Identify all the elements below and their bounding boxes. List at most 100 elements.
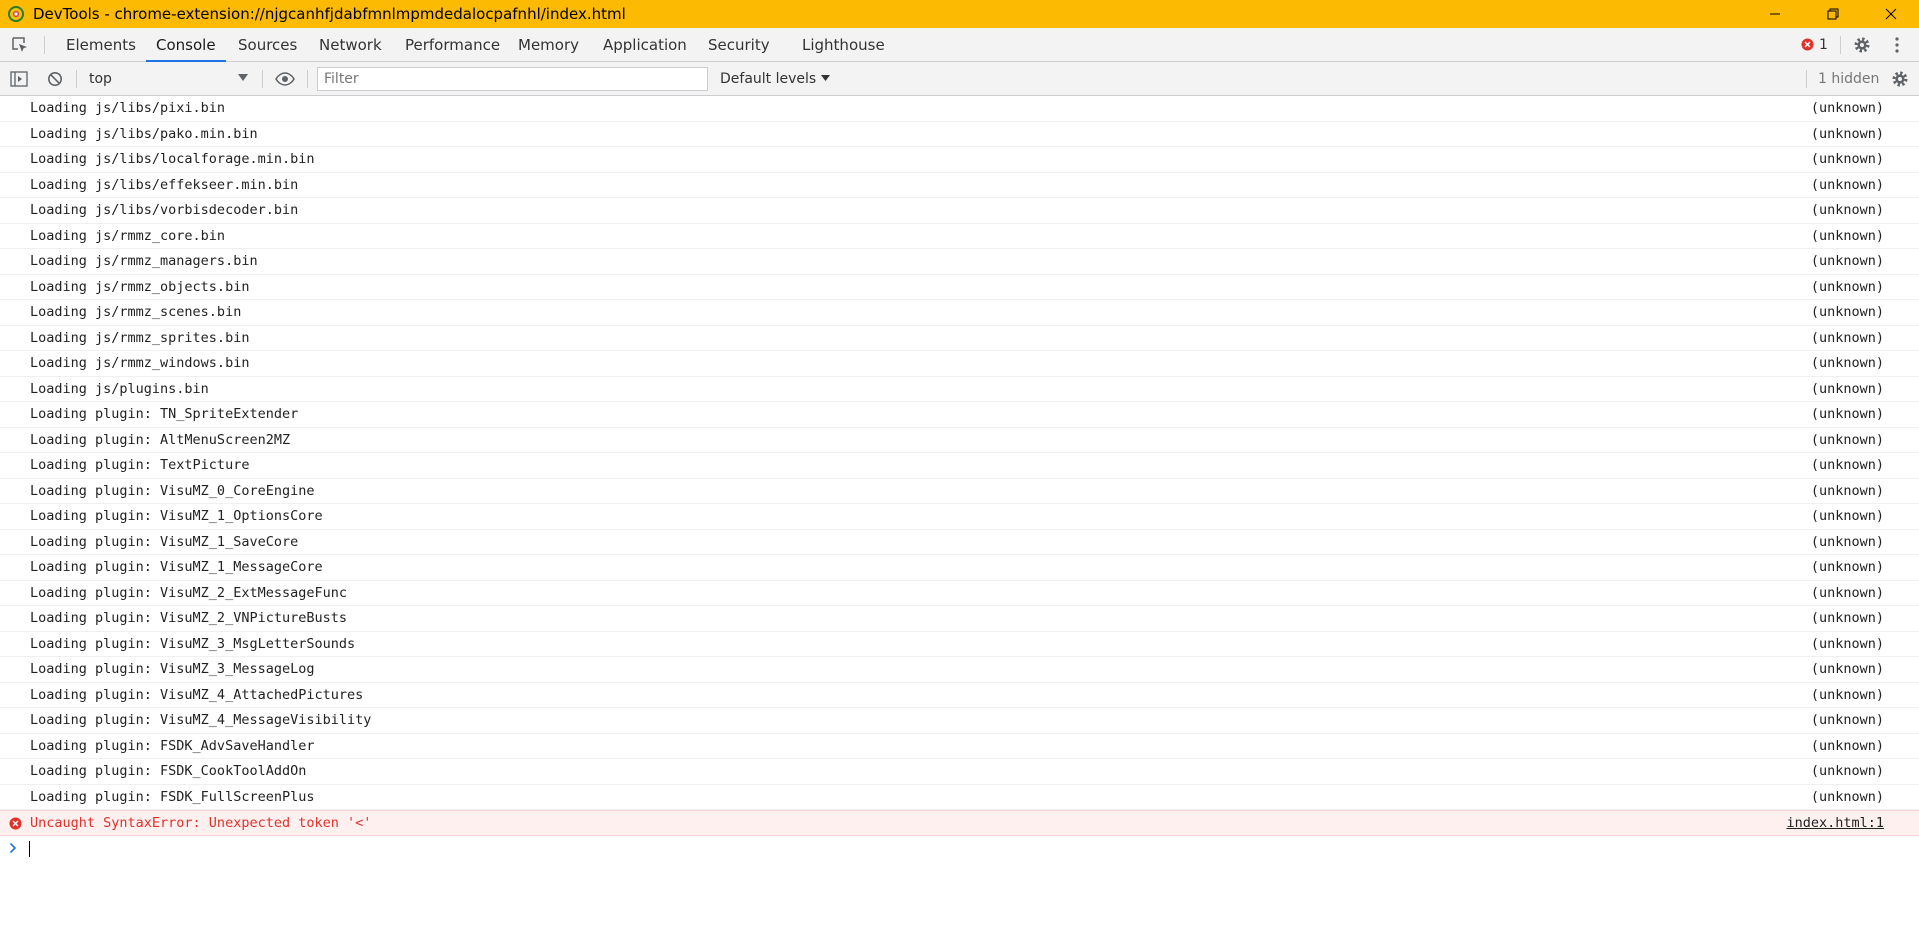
console-message: Loading js/rmmz_core.bin (unknown) [0, 224, 1919, 249]
tab-sources[interactable]: Sources [238, 28, 297, 61]
message-source: (unknown) [1810, 329, 1884, 346]
message-text: Loading plugin: AltMenuScreen2MZ [30, 431, 291, 448]
restore-button[interactable] [1810, 0, 1856, 28]
message-text: Loading js/rmmz_scenes.bin [30, 304, 242, 320]
message-text: Loading plugin: TN_SpriteExtender [30, 406, 299, 422]
message-source: (unknown) [1810, 635, 1884, 652]
message-source: (unknown) [1810, 737, 1884, 754]
live-expression-button[interactable] [275, 62, 295, 95]
message-text: Loading js/libs/pako.min.bin [30, 125, 258, 142]
devtools-tabbar: Elements Console Sources Network Perform… [0, 28, 1919, 62]
message-source: (unknown) [1810, 304, 1884, 320]
console-error-message: Uncaught SyntaxError: Unexpected token '… [0, 810, 1919, 836]
dropdown-triangle-icon [238, 74, 248, 81]
tab-console[interactable]: Console [146, 28, 226, 62]
error-count: 1 [1819, 36, 1828, 53]
console-message: Loading plugin: TN_SpriteExtender (unknow… [0, 402, 1919, 428]
message-source: (unknown) [1810, 151, 1884, 167]
context-selector[interactable]: top [82, 62, 252, 95]
close-button[interactable] [1868, 0, 1914, 28]
eye-icon [275, 71, 295, 86]
console-message: Loading plugin: VisuMZ_3_MessageLog (unkn… [0, 657, 1919, 683]
kebab-menu-icon [1895, 36, 1899, 53]
message-source: (unknown) [1810, 686, 1884, 703]
console-message: Loading plugin: FSDK_AdvSaveHandler (unkn… [0, 734, 1919, 759]
settings-button[interactable] [1853, 28, 1871, 61]
toolbar-divider [307, 70, 308, 88]
message-source: (unknown) [1810, 253, 1884, 269]
console-message: Loading plugin: VisuMZ_1_OptionsCore (unk… [0, 504, 1919, 530]
minimize-button[interactable] [1752, 0, 1798, 28]
tab-security[interactable]: Security [708, 28, 770, 61]
console-message: Loading plugin: VisuMZ_4_AttachedPicture… [0, 683, 1919, 708]
tab-elements[interactable]: Elements [66, 28, 136, 61]
sidebar-toggle-icon [10, 70, 28, 87]
message-source: (unknown) [1810, 533, 1884, 550]
message-source: (unknown) [1810, 763, 1884, 779]
sidebar-toggle-button[interactable] [10, 62, 28, 95]
clear-console-button[interactable] [47, 62, 63, 95]
message-source: (unknown) [1810, 431, 1884, 448]
message-source: (unknown) [1810, 227, 1884, 244]
console-message: Loading plugin: VisuMZ_2_VNPictureBusts (… [0, 606, 1919, 632]
error-icon [1801, 38, 1814, 51]
tab-network[interactable]: Network [319, 28, 382, 61]
console-settings-button[interactable] [1891, 62, 1909, 95]
inspect-element-button[interactable] [11, 28, 33, 61]
filter-input[interactable] [317, 67, 708, 91]
console-prompt[interactable] [0, 836, 1919, 862]
text-cursor [29, 840, 30, 857]
minimize-icon [1770, 13, 1780, 15]
message-source: (unknown) [1810, 125, 1884, 142]
restore-icon [1827, 8, 1839, 20]
console-message: Loading js/libs/vorbisdecoder.bin (unknow… [0, 198, 1919, 224]
tab-performance[interactable]: Performance [405, 28, 500, 61]
clear-icon [48, 71, 62, 86]
message-text: Loading js/rmmz_windows.bin [30, 355, 250, 371]
message-source: (unknown) [1810, 355, 1884, 371]
message-text: Loading plugin: VisuMZ_2_ExtMessageFunc [30, 584, 347, 601]
inspect-icon [12, 36, 27, 52]
message-text: Loading plugin: VisuMZ_4_AttachedPicture… [30, 686, 364, 703]
console-message: Loading js/rmmz_managers.bin (unknown) [0, 249, 1919, 275]
tab-application[interactable]: Application [603, 28, 687, 61]
message-text: Loading js/libs/pixi.bin [30, 100, 226, 116]
tab-lighthouse[interactable]: Lighthouse [802, 28, 885, 61]
log-levels-dropdown[interactable]: Default levels [720, 62, 831, 95]
message-source: (unknown) [1810, 712, 1884, 728]
message-source: (unknown) [1810, 788, 1884, 805]
console-message: Loading plugin: AltMenuScreen2MZ (unknown… [0, 428, 1919, 453]
console-message: Loading plugin: FSDK_FullScreenPlus (unkn… [0, 785, 1919, 810]
console-message: Loading js/rmmz_objects.bin (unknown) [0, 275, 1919, 300]
console-messages: Loading js/libs/pixi.bin (unknown) Loadin… [0, 96, 1919, 862]
console-message: Loading js/libs/localforage.min.bin (unkn… [0, 147, 1919, 173]
hidden-count: 1 hidden [1818, 62, 1879, 95]
console-message: Loading js/rmmz_scenes.bin (unknown) [0, 300, 1919, 326]
error-count-badge[interactable]: 1 [1801, 28, 1828, 61]
message-text: Loading js/rmmz_sprites.bin [30, 329, 250, 346]
window-titlebar: DevTools - chrome-extension://njgcanhfjd… [0, 0, 1919, 28]
message-source: (unknown) [1810, 482, 1884, 499]
log-levels-label: Default levels [720, 70, 817, 87]
message-source: (unknown) [1810, 202, 1884, 218]
message-text: Loading js/rmmz_objects.bin [30, 278, 250, 295]
error-source-link[interactable]: index.html:1 [1786, 811, 1884, 836]
more-options-button[interactable] [1894, 28, 1900, 61]
console-message: Loading js/libs/effekseer.min.bin (unknow… [0, 173, 1919, 198]
console-message: Loading plugin: VisuMZ_4_MessageVisibili… [0, 708, 1919, 734]
message-source: (unknown) [1810, 100, 1884, 116]
gear-icon [1892, 71, 1908, 86]
message-text: Loading js/plugins.bin [30, 380, 209, 397]
message-source: (unknown) [1810, 508, 1884, 524]
message-source: (unknown) [1810, 457, 1884, 473]
message-source: (unknown) [1810, 661, 1884, 677]
console-message: Loading js/rmmz_windows.bin (unknown) [0, 351, 1919, 377]
error-text: Uncaught SyntaxError: Unexpected token '… [30, 815, 372, 831]
close-icon [1885, 8, 1897, 20]
message-text: Loading plugin: VisuMZ_2_VNPictureBusts [30, 610, 347, 626]
message-text: Loading plugin: FSDK_AdvSaveHandler [30, 737, 315, 754]
tab-memory[interactable]: Memory [518, 28, 579, 61]
console-message: Loading plugin: TextPicture (unknown) [0, 453, 1919, 479]
hidden-count-label: 1 hidden [1818, 70, 1880, 87]
context-value: top [89, 70, 112, 87]
